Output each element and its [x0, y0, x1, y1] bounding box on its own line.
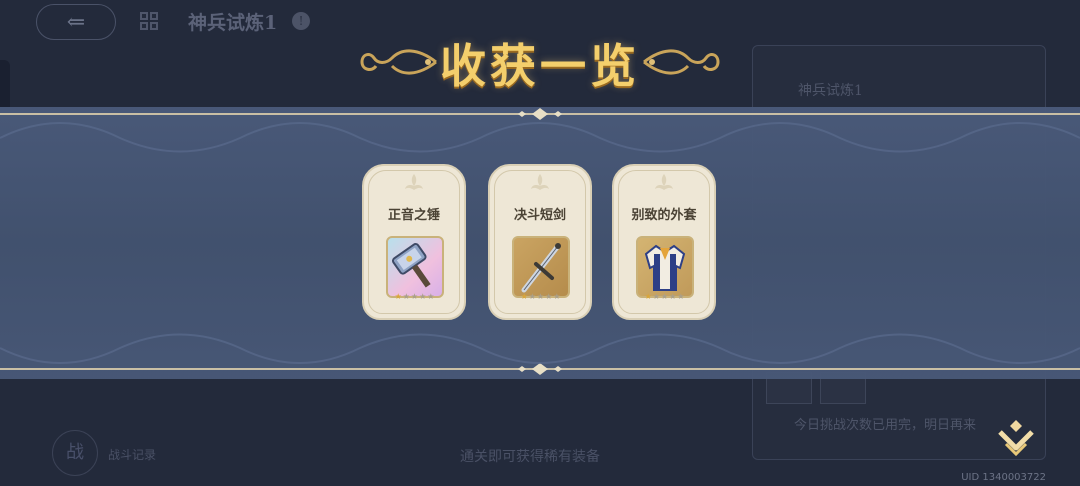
star-rating: ★★★★★	[394, 292, 436, 301]
bottom-scroll-pattern	[0, 333, 1080, 364]
fleur-icon	[405, 174, 423, 190]
emblem-label: 战斗记录	[108, 448, 157, 462]
battle-record-emblem[interactable]: 战	[52, 430, 98, 476]
fleur-icon	[531, 174, 549, 190]
user-id: UID 1340003722	[961, 472, 1046, 483]
panel-note: 今日挑战次数已用完，明日再来	[794, 418, 977, 433]
reward-item-frame	[386, 236, 444, 298]
info-icon[interactable]: !	[292, 12, 310, 30]
bottom-hint: 通关即可获得稀有装备	[460, 449, 600, 465]
rewards-overview-title: 收获一览	[440, 39, 640, 93]
reward-item-frame	[636, 236, 694, 298]
coat-icon	[644, 244, 686, 291]
reward-name: 决斗短剑	[513, 208, 566, 223]
star-rating: ★★★★★	[644, 292, 686, 301]
grid-icon[interactable]	[140, 12, 158, 30]
reward-card[interactable]: 别致的外套 ★★★★★	[612, 164, 716, 320]
sword-icon	[521, 243, 561, 293]
top-scroll-pattern	[0, 122, 1080, 153]
reward-name: 别致的外套	[631, 208, 697, 223]
reward-card[interactable]: 正音之锤 ★★★★★	[362, 164, 466, 320]
chevron-down-icon[interactable]	[996, 418, 1036, 458]
hammer-icon	[391, 243, 431, 288]
reward-card[interactable]: 决斗短剑 ★★★★★	[488, 164, 592, 320]
star-rating: ★★★★★	[520, 292, 562, 301]
reward-item-frame	[512, 236, 570, 298]
right-ornament-icon	[643, 49, 720, 75]
reward-name: 正音之锤	[387, 208, 440, 223]
fleur-icon	[655, 174, 673, 190]
